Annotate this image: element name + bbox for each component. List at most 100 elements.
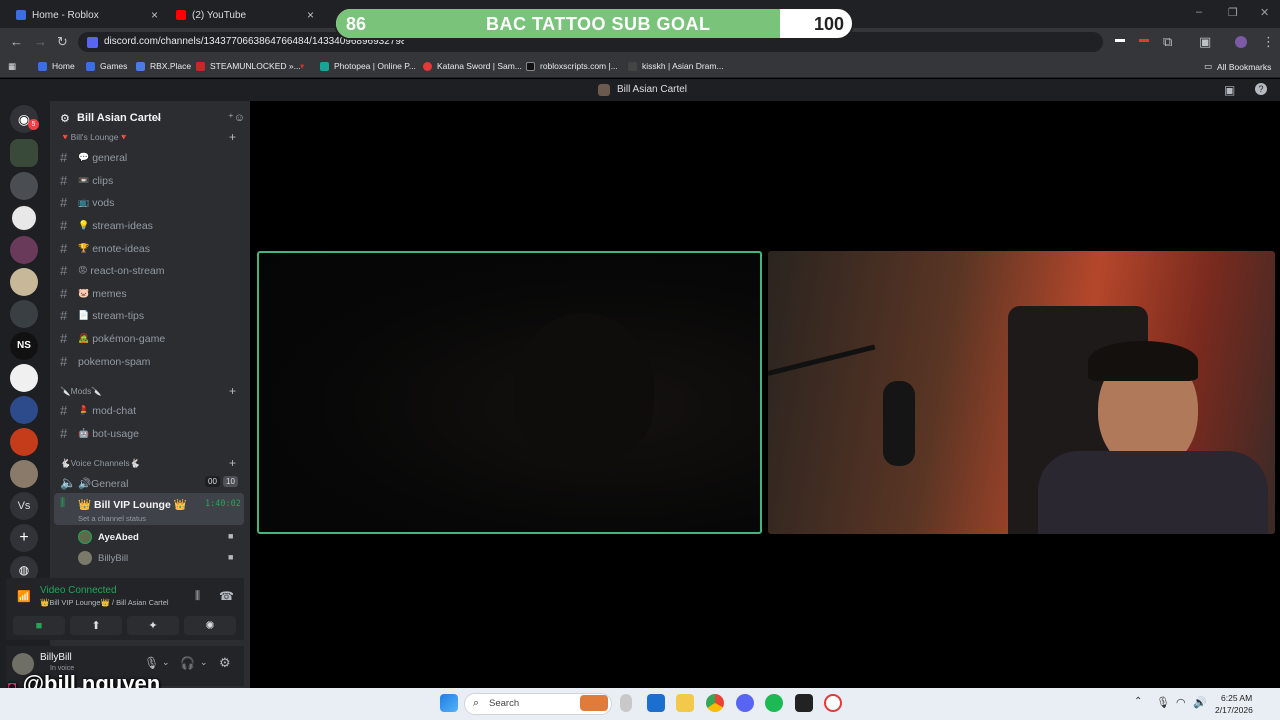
channel-bot-usage[interactable]: # 🤖 bot-usage xyxy=(60,426,139,441)
server-icon[interactable] xyxy=(10,460,38,488)
channel-emote-ideas[interactable]: # 🏆 emote-ideas xyxy=(60,241,150,256)
channel-react-on-stream[interactable]: # 😡 react-on-stream xyxy=(60,263,165,278)
user-settings-icon[interactable]: ⚙ xyxy=(219,655,231,671)
inbox-icon[interactable]: ▣ xyxy=(1224,83,1235,97)
windows-start-icon[interactable] xyxy=(440,694,458,712)
bookmark-rbxplace[interactable]: RBX.Place xyxy=(136,61,191,71)
channel-stream-ideas[interactable]: # 💡 stream-ideas xyxy=(60,218,153,233)
reload-icon[interactable]: ↻ xyxy=(57,34,68,50)
channel-pokemon-game[interactable]: # 🧟 pokémon-game xyxy=(60,331,165,346)
channel-pokemon-spam[interactable]: # pokemon-spam xyxy=(60,354,150,369)
bookmark-home[interactable]: Home xyxy=(38,61,75,71)
tab-discord[interactable] xyxy=(324,4,334,26)
maximize-icon[interactable]: ❐ xyxy=(1228,6,1238,19)
server-icon[interactable] xyxy=(10,268,38,296)
voice-member-ayeabed[interactable]: AyeAbed xyxy=(98,532,139,543)
bookmark-robloxscripts[interactable]: robloxscripts.com |... xyxy=(526,61,618,71)
chevron-down-icon[interactable]: ⌄ xyxy=(162,657,170,668)
soundboard-button[interactable]: ✺ xyxy=(184,616,236,635)
server-icon[interactable] xyxy=(10,172,38,200)
avatar[interactable] xyxy=(78,530,92,544)
disconnect-icon[interactable]: ☎ xyxy=(219,589,234,603)
opera-icon[interactable] xyxy=(824,694,842,712)
server-icon[interactable] xyxy=(10,204,38,232)
app-icon[interactable] xyxy=(795,694,813,712)
forward-icon[interactable]: → xyxy=(34,34,47,49)
extensions-puzzle-icon[interactable]: ⧉ xyxy=(1163,34,1172,50)
close-window-icon[interactable]: ✕ xyxy=(1260,6,1269,19)
server-icon-ns[interactable]: NS xyxy=(10,332,38,360)
side-panel-icon[interactable]: ▣ xyxy=(1199,34,1211,50)
avatar[interactable] xyxy=(78,551,92,565)
channel-status[interactable]: Set a channel status xyxy=(78,514,146,523)
server-icon[interactable] xyxy=(10,236,38,264)
connection-location[interactable]: 👑Bill VIP Lounge👑 / Bill Asian Cartel xyxy=(40,598,169,607)
activities-button[interactable]: ✦ xyxy=(127,616,179,635)
channel-clips[interactable]: # 📼 clips xyxy=(60,173,113,188)
add-channel-icon[interactable]: + xyxy=(229,384,236,398)
menu-kebab-icon[interactable]: ⋮ xyxy=(1262,34,1275,50)
bookmark-steamunlocked[interactable]: STEAMUNLOCKED »... xyxy=(196,61,301,71)
close-icon[interactable]: × xyxy=(151,8,158,22)
tab-roblox[interactable]: Home - Roblox × xyxy=(6,4,164,26)
channel-mod-chat[interactable]: # 💄 mod-chat xyxy=(60,403,136,418)
add-channel-icon[interactable]: + xyxy=(229,130,236,144)
add-server-icon[interactable]: + xyxy=(10,524,38,552)
site-info-icon[interactable] xyxy=(87,37,98,48)
add-member-icon[interactable]: ⁺☺ xyxy=(228,111,245,124)
server-icon[interactable] xyxy=(10,300,38,328)
server-name[interactable]: Bill Asian Cartel xyxy=(77,112,161,124)
headphones-icon[interactable]: 🎧 xyxy=(180,656,195,670)
channel-stream-tips[interactable]: # 📄 stream-tips xyxy=(60,308,144,323)
video-tile-billybill[interactable] xyxy=(768,251,1275,534)
clock-date[interactable]: 2/17/2026 xyxy=(1215,705,1253,715)
screen-share-button[interactable]: ⬆ xyxy=(70,616,122,635)
category-voice[interactable]: 🐇Voice Channels🐇 xyxy=(60,458,140,469)
extension-icon[interactable]: ▬ xyxy=(1115,34,1125,45)
chrome-icon[interactable] xyxy=(706,694,724,712)
bookmark-kisskh[interactable]: kisskh | Asian Dram... xyxy=(628,61,724,71)
back-icon[interactable]: ← xyxy=(10,34,23,49)
profile-avatar[interactable] xyxy=(1235,36,1247,48)
chevron-up-icon[interactable]: ⌃ xyxy=(1134,696,1142,707)
server-icon[interactable] xyxy=(10,364,38,392)
channel-general[interactable]: # 💬 general xyxy=(60,150,127,165)
apps-grid-icon[interactable]: ▦ xyxy=(8,61,16,72)
clock-time[interactable]: 6:25 AM xyxy=(1221,693,1252,703)
chevron-down-icon[interactable]: ⌄ xyxy=(200,657,208,668)
server-icon[interactable] xyxy=(10,396,38,424)
all-bookmarks[interactable]: ▭ All Bookmarks xyxy=(1204,61,1271,72)
volume-icon[interactable]: 🔊 xyxy=(1193,696,1207,709)
voice-member-billybill[interactable]: BillyBill xyxy=(98,553,128,564)
category-mods[interactable]: 🔪Mods🔪 xyxy=(60,386,102,397)
tab-youtube[interactable]: (2) YouTube × xyxy=(166,4,320,26)
microphone-icon[interactable]: 🎙 xyxy=(1156,696,1170,709)
server-icon[interactable] xyxy=(10,428,38,456)
channel-vods[interactable]: # 📺 vods xyxy=(60,195,114,210)
add-channel-icon[interactable]: + xyxy=(229,456,236,470)
server-icon-active[interactable] xyxy=(10,139,38,167)
wifi-icon[interactable]: ◠ xyxy=(1176,696,1186,709)
mouse-icon[interactable] xyxy=(620,694,632,712)
voice-channel-general[interactable]: 🔈 🔊General xyxy=(60,475,128,491)
file-explorer-icon[interactable] xyxy=(676,694,694,712)
extension-icon[interactable]: ▬ xyxy=(1139,34,1149,45)
video-tile-ayeabed[interactable] xyxy=(257,251,762,534)
camera-toggle-button[interactable]: ■ xyxy=(13,616,65,635)
help-icon[interactable]: ? xyxy=(1255,83,1267,95)
chevron-down-icon[interactable]: ⌄ xyxy=(155,112,163,123)
close-icon[interactable]: × xyxy=(307,8,314,22)
microphone-icon[interactable]: 🎙 xyxy=(144,656,159,670)
pin-icon[interactable]: ▾ xyxy=(300,61,304,72)
bookmark-games[interactable]: Games xyxy=(86,61,127,71)
discord-icon[interactable] xyxy=(736,694,754,712)
server-icon-vs[interactable]: Vs xyxy=(10,492,38,520)
bookmark-katana[interactable]: Katana Sword | Sam... xyxy=(423,61,522,71)
minimize-icon[interactable]: – xyxy=(1196,6,1202,18)
noise-suppression-icon[interactable]: ⫼ xyxy=(195,590,200,603)
channel-memes[interactable]: # 🐷 memes xyxy=(60,286,127,301)
bookmark-photopea[interactable]: Photopea | Online P... xyxy=(320,61,416,71)
task-view-icon[interactable] xyxy=(647,694,665,712)
category-lounge[interactable]: 🔻Bill's Lounge🔻 xyxy=(60,132,129,143)
spotify-icon[interactable] xyxy=(765,694,783,712)
